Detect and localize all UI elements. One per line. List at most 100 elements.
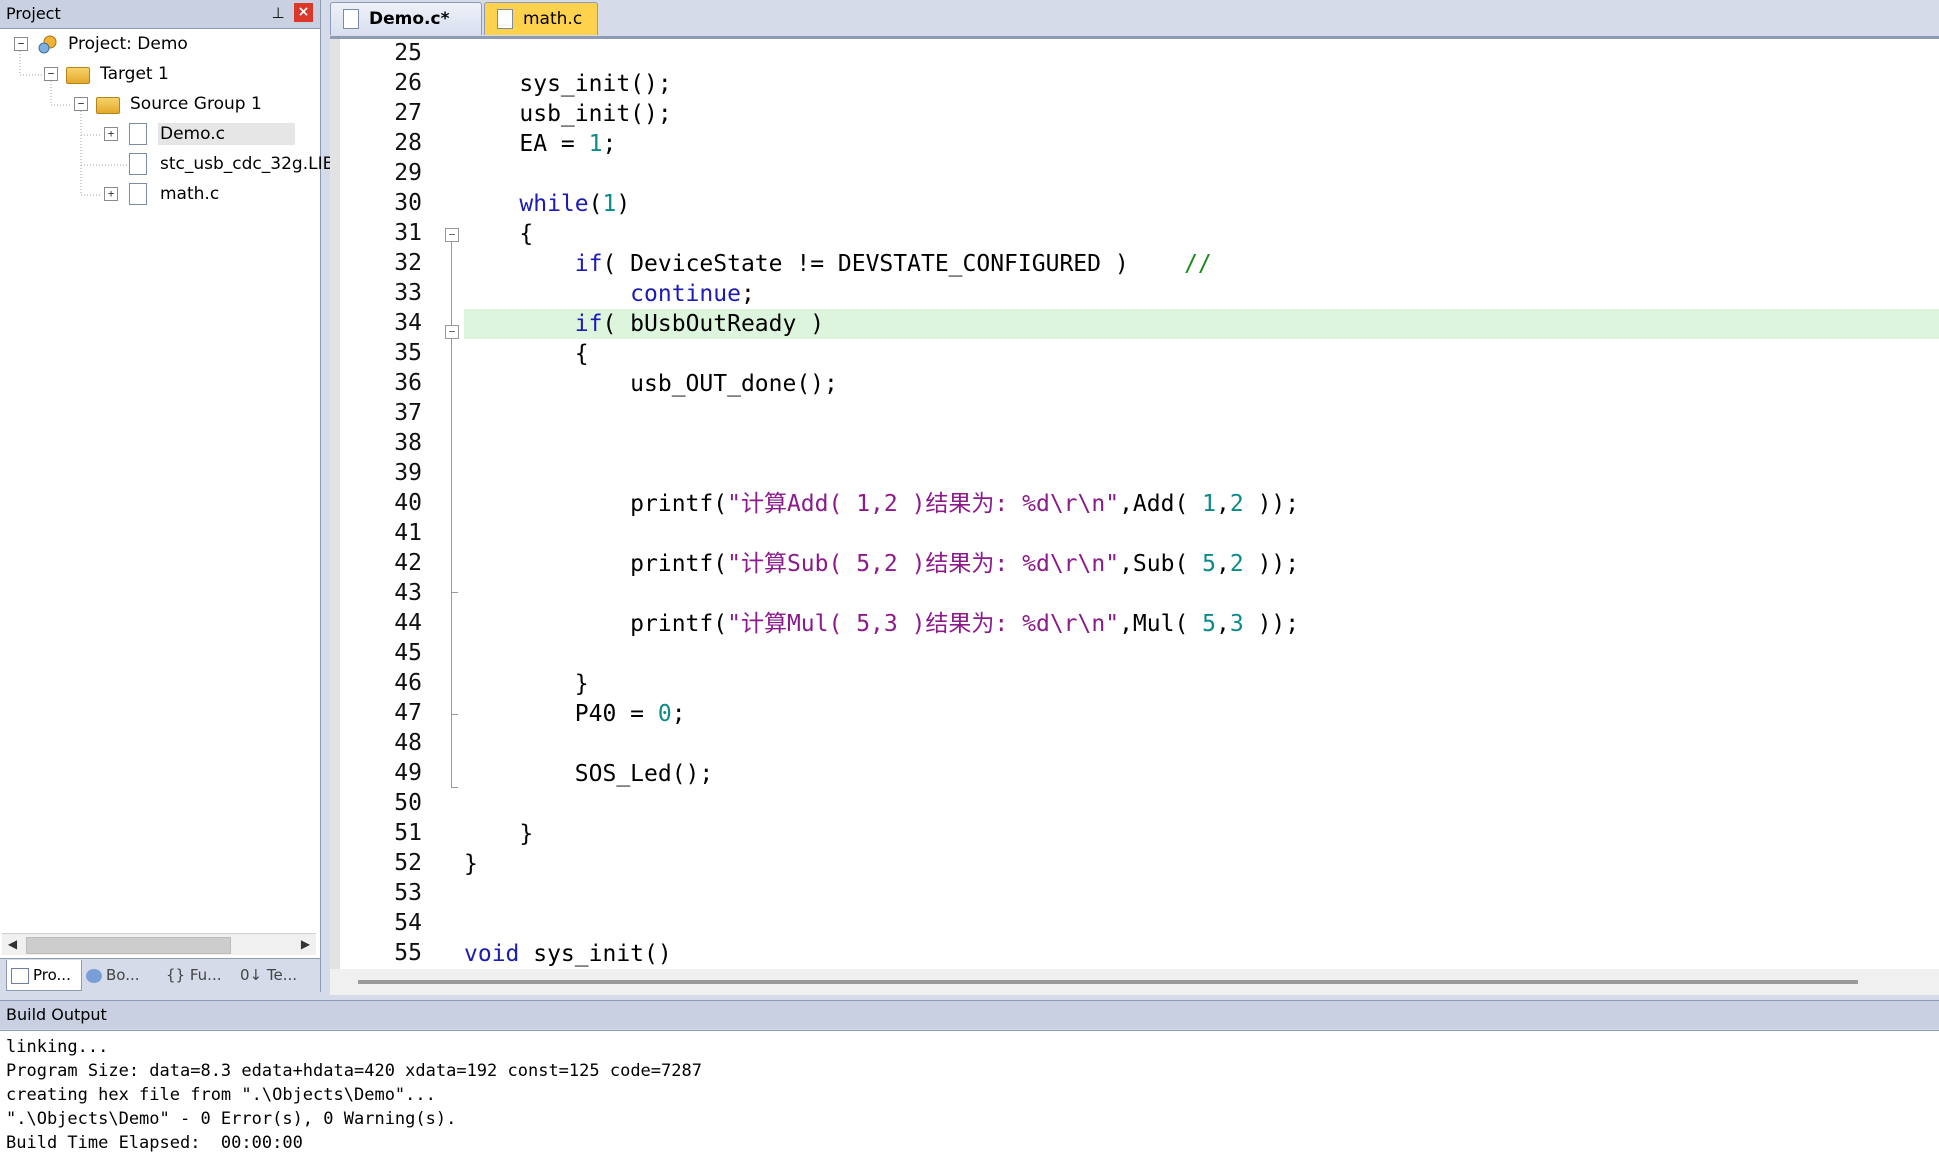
line-number: 34 xyxy=(394,310,422,336)
code-line[interactable]: { xyxy=(464,339,1939,369)
folder-icon xyxy=(96,97,120,114)
line-number: 50 xyxy=(394,790,422,816)
tab-books[interactable]: Bo... xyxy=(82,960,156,990)
scroll-thumb[interactable] xyxy=(358,980,1858,984)
line-number: 42 xyxy=(394,550,422,576)
code-line[interactable]: } xyxy=(464,849,1939,879)
tree-item-math-c[interactable]: + math.c xyxy=(104,180,221,208)
tree-item-project[interactable]: − Project: Demo xyxy=(14,30,190,58)
project-window-icon xyxy=(11,967,29,984)
tree-item-source-group[interactable]: − Source Group 1 xyxy=(74,90,264,118)
line-number: 41 xyxy=(394,520,422,546)
build-output-line: creating hex file from ".\Objects\Demo".… xyxy=(6,1085,436,1105)
collapse-icon[interactable]: − xyxy=(14,37,28,51)
build-output-panel[interactable]: linking... Program Size: data=8.3 edata+h… xyxy=(0,1030,1939,1161)
code-line[interactable]: continue; xyxy=(464,279,1939,309)
line-number: 45 xyxy=(394,640,422,666)
code-line[interactable]: } xyxy=(464,819,1939,849)
tab-demo-c[interactable]: Demo.c* xyxy=(330,2,482,35)
line-number: 40 xyxy=(394,490,422,516)
close-icon[interactable]: × xyxy=(294,3,313,22)
code-line[interactable] xyxy=(464,39,1939,69)
code-line[interactable] xyxy=(464,789,1939,819)
editor-tab-bar: Demo.c* math.c xyxy=(330,0,1939,36)
tab-label: {} Fu... xyxy=(166,966,222,984)
build-output-title: Build Output xyxy=(6,1005,107,1024)
code-line[interactable]: P40 = 0; xyxy=(464,699,1939,729)
build-output-line: linking... xyxy=(6,1037,109,1057)
collapse-icon[interactable]: − xyxy=(74,97,88,111)
editor-horizontal-scrollbar[interactable] xyxy=(330,969,1939,995)
code-line[interactable]: printf("计算Sub( 5,2 )结果为: %d\r\n",Sub( 5,… xyxy=(464,549,1939,579)
line-number: 49 xyxy=(394,760,422,786)
expand-icon[interactable]: + xyxy=(104,127,118,141)
file-icon xyxy=(343,9,359,29)
tree-label: Demo.c xyxy=(158,123,295,145)
code-line[interactable]: printf("计算Mul( 5,3 )结果为: %d\r\n",Mul( 5,… xyxy=(464,609,1939,639)
fold-collapse-icon[interactable]: − xyxy=(445,325,459,339)
code-line[interactable]: EA = 1; xyxy=(464,129,1939,159)
code-line[interactable] xyxy=(464,879,1939,909)
code-line[interactable]: if( DeviceState != DEVSTATE_CONFIGURED )… xyxy=(464,249,1939,279)
project-horizontal-scrollbar[interactable]: ◀ ▶ xyxy=(2,933,316,955)
code-line[interactable]: { xyxy=(464,219,1939,249)
project-panel-header: Project ⊥ × xyxy=(0,0,320,29)
tree-label: Target 1 xyxy=(100,64,169,84)
line-number: 48 xyxy=(394,730,422,756)
code-line[interactable]: while(1) xyxy=(464,189,1939,219)
file-icon xyxy=(497,9,513,29)
line-number: 54 xyxy=(394,910,422,936)
tree-item-demo-c[interactable]: + Demo.c xyxy=(104,120,295,148)
tab-project[interactable]: Pro... xyxy=(6,960,82,991)
tab-templates[interactable]: 0↓ Te... xyxy=(236,960,312,990)
code-line[interactable]: } xyxy=(464,669,1939,699)
project-panel-tabs: Pro... Bo... {} Fu... 0↓ Te... xyxy=(0,958,320,993)
code-line[interactable]: if( bUsbOutReady ) xyxy=(464,309,1939,339)
line-number-gutter: 25 26 27 28 29 30 31 32 33 34 35 36 37 38 39 40 41 42 43 44… xyxy=(330,39,440,969)
code-line[interactable]: printf("计算Add( 1,2 )结果为: %d\r\n",Add( 1,… xyxy=(464,489,1939,519)
code-line[interactable]: sys_init(); xyxy=(464,69,1939,99)
scroll-right-icon[interactable]: ▶ xyxy=(295,934,316,955)
line-number: 36 xyxy=(394,370,422,396)
file-icon xyxy=(129,183,147,205)
code-line[interactable] xyxy=(464,639,1939,669)
fold-line xyxy=(451,339,452,592)
line-number: 53 xyxy=(394,880,422,906)
line-number: 44 xyxy=(394,610,422,636)
line-number: 29 xyxy=(394,160,422,186)
code-line[interactable]: SOS_Led(); xyxy=(464,759,1939,789)
collapse-icon[interactable]: − xyxy=(44,67,58,81)
code-line[interactable] xyxy=(464,579,1939,609)
code-line[interactable] xyxy=(464,729,1939,759)
code-area[interactable]: sys_init(); usb_init(); EA = 1; while(1)… xyxy=(464,39,1939,969)
code-line[interactable] xyxy=(464,909,1939,939)
tab-math-c[interactable]: math.c xyxy=(484,2,598,35)
code-line[interactable] xyxy=(464,459,1939,489)
target-folder-icon xyxy=(66,67,90,84)
code-line[interactable] xyxy=(464,159,1939,189)
fold-collapse-icon[interactable]: − xyxy=(445,228,459,242)
tree-label: Project: Demo xyxy=(68,34,188,54)
line-number: 25 xyxy=(394,40,422,66)
expand-icon[interactable]: + xyxy=(104,187,118,201)
code-editor[interactable]: 25 26 27 28 29 30 31 32 33 34 35 36 37 38 39 40 41 42 43 44… xyxy=(330,36,1939,995)
code-line[interactable] xyxy=(464,519,1939,549)
fold-line xyxy=(451,592,452,714)
tree-item-target[interactable]: − Target 1 xyxy=(44,60,171,88)
code-line[interactable] xyxy=(464,399,1939,429)
code-line[interactable]: void sys_init() xyxy=(464,939,1939,969)
tab-functions[interactable]: {} Fu... xyxy=(162,960,234,990)
tree-item-lib[interactable]: stc_usb_cdc_32g.LIB xyxy=(104,150,336,178)
code-line[interactable]: usb_OUT_done(); xyxy=(464,369,1939,399)
tree-label: stc_usb_cdc_32g.LIB xyxy=(160,154,335,174)
scroll-thumb[interactable] xyxy=(26,937,231,954)
scroll-left-icon[interactable]: ◀ xyxy=(2,934,23,955)
project-tree: − Project: Demo − Target 1 − Source Grou… xyxy=(0,30,334,930)
tab-label: Bo... xyxy=(106,966,140,984)
line-number: 26 xyxy=(394,70,422,96)
pin-icon[interactable]: ⊥ xyxy=(270,4,286,22)
line-number: 33 xyxy=(394,280,422,306)
code-line[interactable] xyxy=(464,429,1939,459)
tree-label: Source Group 1 xyxy=(130,94,262,114)
code-line[interactable]: usb_init(); xyxy=(464,99,1939,129)
